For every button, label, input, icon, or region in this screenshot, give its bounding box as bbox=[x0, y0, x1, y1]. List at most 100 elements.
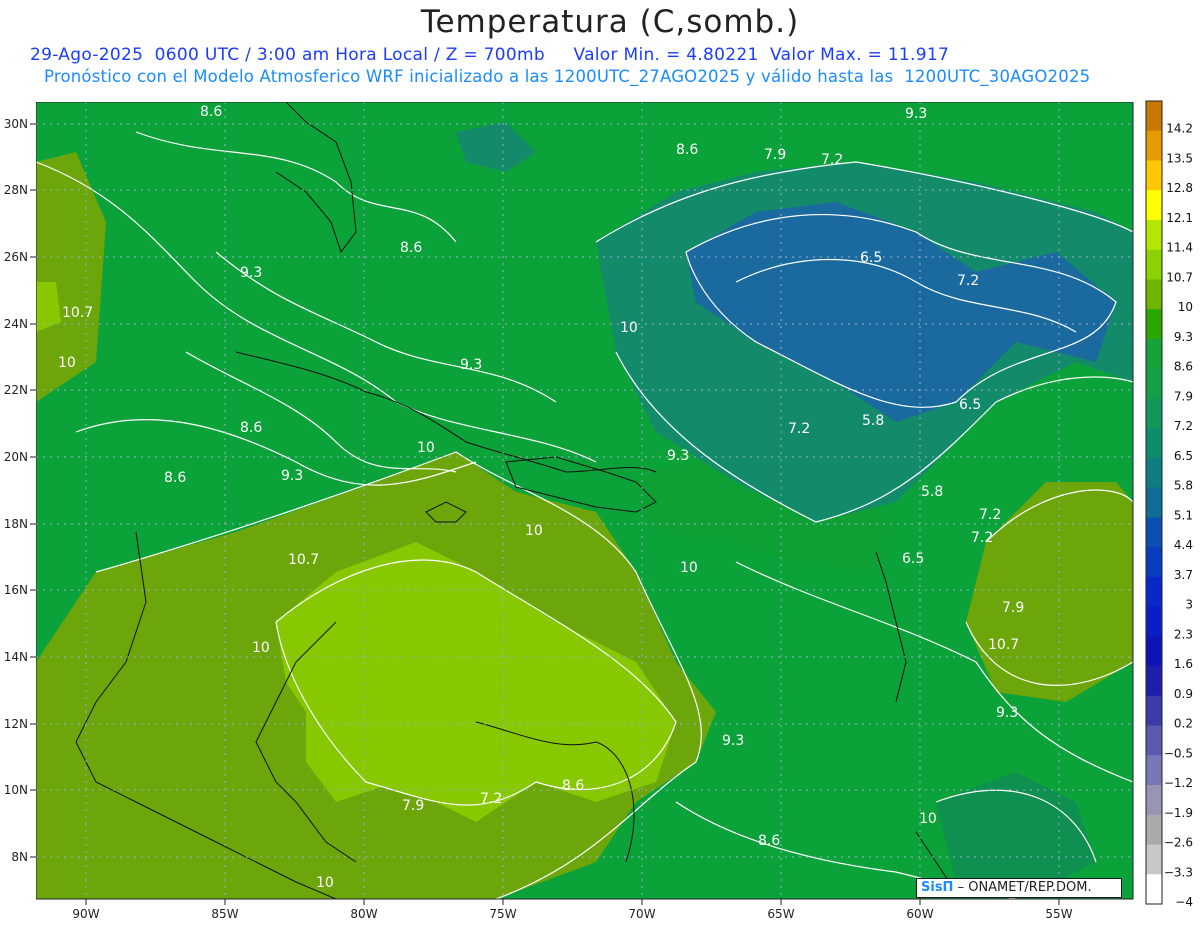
contour-label: 10.7 bbox=[988, 637, 1019, 653]
lat-tick-label: 14N bbox=[4, 650, 28, 664]
colorbar-label: 14.2 bbox=[1166, 122, 1193, 136]
colorbar-swatch bbox=[1146, 338, 1162, 370]
colorbar-swatch bbox=[1146, 755, 1162, 786]
latitude-axis: 30N 28N 26N 24N 22N 20N 18N 16N 14N 12N 10N 8N bbox=[4, 117, 36, 864]
onamet-logo: SisΠ – ONAMET/REP.DOM. bbox=[916, 878, 1122, 898]
contour-label: 7.2 bbox=[979, 507, 1001, 523]
colorbar-swatch bbox=[1146, 814, 1162, 846]
contour-label: 6.5 bbox=[860, 250, 882, 266]
contour-label: 10 bbox=[252, 640, 270, 656]
contour-label: 9.3 bbox=[996, 705, 1018, 721]
contour-label: 9.3 bbox=[667, 448, 689, 464]
contour-label: 8.6 bbox=[758, 833, 780, 849]
colorbar-swatch bbox=[1146, 130, 1162, 161]
colorbar-swatch bbox=[1146, 517, 1162, 548]
colorbar-label: 5.1 bbox=[1174, 508, 1193, 522]
contour-label: 7.2 bbox=[971, 530, 993, 546]
colorbar-label: −3.3 bbox=[1164, 865, 1193, 879]
colorbar-label: 10 bbox=[1178, 300, 1193, 314]
contour-label: 8.6 bbox=[562, 778, 584, 794]
contour-label: 10.7 bbox=[288, 552, 319, 568]
subtitle-line-1: 29-Ago-2025 0600 UTC / 3:00 am Hora Loca… bbox=[30, 45, 1150, 65]
contour-label: 10 bbox=[316, 875, 334, 891]
lon-tick-label: 65W bbox=[767, 907, 794, 921]
lon-tick-label: 85W bbox=[211, 907, 238, 921]
lat-tick-label: 10N bbox=[4, 783, 28, 797]
colorbar-swatch bbox=[1146, 368, 1162, 399]
contour-label: 9.3 bbox=[722, 733, 744, 749]
colorbar-swatch bbox=[1146, 666, 1162, 697]
lat-tick-label: 24N bbox=[4, 317, 28, 331]
contour-label: 7.2 bbox=[480, 791, 502, 807]
colorbar-swatch bbox=[1146, 190, 1162, 221]
lon-tick-label: 90W bbox=[72, 907, 99, 921]
colorbar-label: −4 bbox=[1175, 895, 1193, 909]
contour-label: 7.9 bbox=[764, 147, 786, 163]
colorbar-label: 3 bbox=[1185, 598, 1193, 612]
lon-tick-label: 75W bbox=[489, 907, 516, 921]
map-fills bbox=[36, 102, 1133, 899]
lat-tick-label: 16N bbox=[4, 583, 28, 597]
longitude-axis: 90W 85W 80W 75W 70W 65W 60W 55W bbox=[72, 899, 1073, 921]
time-label: 0600 UTC / 3:00 am Hora Local / Z = 700m… bbox=[154, 45, 545, 65]
colorbar-frame bbox=[1145, 100, 1163, 905]
contour-label: 9.3 bbox=[240, 265, 262, 281]
colorbar-label: −2.6 bbox=[1164, 836, 1193, 850]
colorbar-label: −1.2 bbox=[1164, 776, 1193, 790]
contour-label: 8.6 bbox=[676, 142, 698, 158]
colorbar-label: 6.5 bbox=[1174, 449, 1193, 463]
contour-label: 9.3 bbox=[905, 106, 927, 122]
min-value-label: Valor Min. = 4.80221 bbox=[573, 45, 759, 65]
colorbar-swatch bbox=[1146, 606, 1162, 637]
colorbar-swatch bbox=[1146, 487, 1162, 518]
colorbar-label: −1.9 bbox=[1164, 806, 1193, 820]
colorbar: 14.2 13.5 12.8 12.1 11.4 10.7 10 9.3 8.6 7.9 7.2 6.… bbox=[1145, 100, 1193, 909]
colorbar-swatch bbox=[1146, 309, 1162, 340]
colorbar-swatch bbox=[1146, 398, 1162, 429]
colorbar-swatch bbox=[1146, 547, 1162, 578]
colorbar-swatch bbox=[1146, 695, 1162, 727]
lat-tick-label: 12N bbox=[4, 717, 28, 731]
colorbar-label: 9.3 bbox=[1174, 330, 1193, 344]
colorbar-label: 1.6 bbox=[1174, 657, 1193, 671]
colorbar-swatch bbox=[1146, 249, 1162, 280]
colorbar-swatch bbox=[1146, 636, 1162, 667]
max-value-label: Valor Max. = 11.917 bbox=[770, 45, 950, 65]
lat-tick-label: 20N bbox=[4, 450, 28, 464]
colorbar-label: −0.5 bbox=[1164, 746, 1193, 760]
lon-tick-label: 60W bbox=[906, 907, 933, 921]
colorbar-label: 0.9 bbox=[1174, 687, 1193, 701]
contour-label: 5.8 bbox=[921, 484, 943, 500]
contour-label: 10 bbox=[525, 523, 543, 539]
colorbar-label: 0.2 bbox=[1174, 717, 1193, 731]
colorbar-label: 8.6 bbox=[1174, 360, 1193, 374]
colorbar-swatch bbox=[1146, 219, 1162, 251]
lat-tick-label: 26N bbox=[4, 250, 28, 264]
contour-label: 8.6 bbox=[164, 470, 186, 486]
contour-label: 10 bbox=[58, 355, 76, 371]
contour-label: 9.3 bbox=[460, 357, 482, 373]
contour-label: 6.5 bbox=[959, 397, 981, 413]
lat-tick-label: 18N bbox=[4, 517, 28, 531]
contour-label: 7.9 bbox=[1002, 600, 1024, 616]
colorbar-swatch bbox=[1146, 576, 1162, 608]
colorbar-swatch bbox=[1146, 101, 1162, 132]
colorbar-label: 5.8 bbox=[1174, 479, 1193, 493]
colorbar-label: 13.5 bbox=[1166, 151, 1193, 165]
colorbar-swatch bbox=[1146, 844, 1162, 875]
contour-label: 7.9 bbox=[402, 798, 424, 814]
lat-tick-label: 22N bbox=[4, 383, 28, 397]
lat-tick-label: 8N bbox=[11, 850, 28, 864]
contour-label: 8.6 bbox=[400, 240, 422, 256]
contour-label: 10 bbox=[680, 560, 698, 576]
contour-label: 7.2 bbox=[957, 273, 979, 289]
lon-tick-label: 70W bbox=[628, 907, 655, 921]
forecast-note: Pronóstico con el Modelo Atmosferico WRF… bbox=[44, 67, 1091, 86]
contour-label: 5.8 bbox=[862, 413, 884, 429]
contour-label: 10 bbox=[417, 440, 435, 456]
contour-label: 10.7 bbox=[62, 305, 93, 321]
colorbar-label: 10.7 bbox=[1166, 270, 1193, 284]
lon-tick-label: 55W bbox=[1045, 907, 1072, 921]
colorbar-swatch bbox=[1146, 457, 1162, 489]
contour-label: 8.6 bbox=[200, 104, 222, 120]
